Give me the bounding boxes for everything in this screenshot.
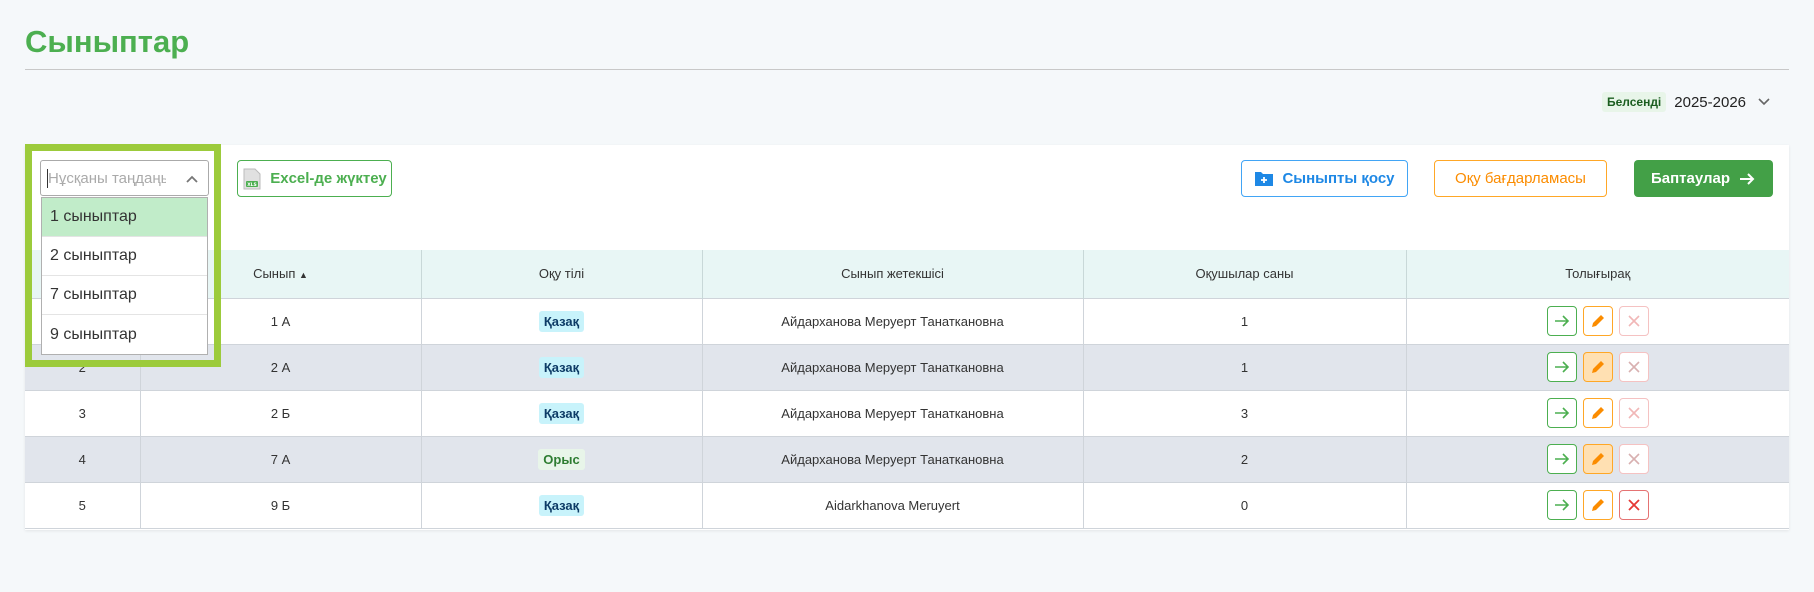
close-icon [1628, 453, 1640, 465]
add-class-button[interactable]: Сыныпты қосу [1241, 160, 1408, 197]
pencil-icon [1591, 315, 1604, 327]
class-teacher: Айдарханова Меруерт Танаткановна [702, 343, 1084, 390]
student-count: 1 [1083, 343, 1407, 390]
excel-download-label: Excel-де жүктеу [270, 170, 387, 187]
grade-option[interactable]: 9 сыныптар [42, 315, 207, 354]
settings-label: Баптаулар [1650, 170, 1731, 187]
table-row: 5 9 Б Қазақ Aidarkhanova Meruyert 0 [25, 481, 1789, 529]
class-teacher: Айдарханова Меруерт Танаткановна [702, 389, 1084, 436]
table-row: 2 2 А Қазақ Айдарханова Меруерт Танаткан… [25, 343, 1789, 390]
close-icon [1628, 499, 1640, 511]
open-button[interactable] [1546, 398, 1577, 428]
pencil-icon [1591, 499, 1604, 511]
language-badge: Қазақ [538, 494, 585, 516]
add-class-label: Сыныпты қосу [1282, 170, 1395, 187]
title-divider [25, 69, 1789, 70]
grade-option[interactable]: 7 сыныптар [42, 276, 207, 315]
col-teacher-header: Сынып жетекшісі [702, 250, 1084, 298]
curriculum-button[interactable]: Оқу бағдарламасы [1434, 160, 1607, 197]
pencil-icon [1591, 453, 1604, 465]
close-icon [1628, 315, 1640, 327]
curriculum-label: Оқу бағдарламасы [1455, 170, 1586, 187]
open-button[interactable] [1546, 490, 1577, 520]
arrow-right-icon [1554, 315, 1569, 327]
chevron-down-icon[interactable] [1754, 92, 1774, 112]
arrow-right-icon [1554, 407, 1569, 419]
row-number: 3 [25, 389, 141, 436]
class-name: 2 Б [140, 389, 422, 436]
arrow-right-icon [1554, 499, 1569, 511]
language-badge: Қазақ [538, 402, 585, 424]
grade-filter-placeholder: Нұсқаны таңдаңыз [48, 169, 166, 187]
student-count: 3 [1083, 389, 1407, 436]
delete-button[interactable] [1618, 490, 1649, 520]
language-badge: Қазақ [538, 310, 585, 332]
grade-option[interactable]: 1 сыныптар [42, 198, 207, 237]
language-badge: Қазақ [538, 356, 585, 378]
col-details-header: Толығырақ [1406, 250, 1789, 298]
class-name: 9 Б [140, 481, 422, 529]
close-icon [1628, 361, 1640, 373]
close-icon [1628, 407, 1640, 419]
class-teacher: Aidarkhanova Meruyert [702, 481, 1084, 529]
year-selector[interactable]: Белсенді 2025-2026 [1601, 92, 1774, 112]
grade-option[interactable]: 2 сыныптар [42, 237, 207, 276]
sort-asc-icon: ▲ [299, 270, 308, 281]
edit-button[interactable] [1582, 490, 1613, 520]
class-teacher: Айдарханова Меруерт Танаткановна [702, 297, 1084, 344]
table-row: 4 7 А Орыс Айдарханова Меруерт Танаткано… [25, 435, 1789, 482]
pencil-icon [1591, 361, 1604, 373]
folder-plus-icon [1255, 172, 1274, 186]
svg-text:XLS: XLS [247, 182, 257, 188]
arrow-right-icon [1554, 361, 1569, 373]
status-badge: Белсенді [1601, 92, 1667, 112]
arrow-right-icon [1554, 453, 1569, 465]
open-button[interactable] [1546, 306, 1577, 336]
student-count: 0 [1083, 481, 1407, 529]
delete-button[interactable] [1618, 352, 1649, 382]
col-language-header: Оқу тілі [421, 250, 703, 298]
chevron-up-icon[interactable] [182, 169, 202, 189]
text-caret [47, 169, 48, 188]
excel-download-button[interactable]: XLS Excel-де жүктеу [237, 160, 392, 197]
table-header-row: Сынып ▲ Оқу тілі Сынып жетекшісі Оқушыла… [25, 250, 1789, 298]
pencil-icon [1591, 407, 1604, 419]
table-row: 1 1 А Қазақ Айдарханова Меруерт Танаткан… [25, 297, 1789, 344]
classes-card: XLS Excel-де жүктеу Сыныпты қосу Оқу бағ… [25, 145, 1789, 530]
excel-file-icon: XLS [243, 168, 261, 189]
edit-button[interactable] [1582, 306, 1613, 336]
delete-button[interactable] [1618, 306, 1649, 336]
page-title: Сыныптар [25, 24, 190, 59]
grade-filter-input[interactable]: Нұсқаны таңдаңыз [40, 160, 209, 196]
grade-filter-options: 1 сыныптар 2 сыныптар 7 сыныптар 9 сынып… [41, 197, 208, 355]
class-name: 7 А [140, 435, 422, 482]
delete-button[interactable] [1618, 398, 1649, 428]
language-badge: Орыс [538, 448, 585, 470]
edit-button[interactable] [1582, 352, 1613, 382]
col-students-header: Оқушылар саны [1083, 250, 1407, 298]
open-button[interactable] [1546, 444, 1577, 474]
student-count: 2 [1083, 435, 1407, 482]
class-teacher: Айдарханова Меруерт Танаткановна [702, 435, 1084, 482]
edit-button[interactable] [1582, 444, 1613, 474]
open-button[interactable] [1546, 352, 1577, 382]
arrow-right-icon [1740, 172, 1755, 185]
classes-table: Сынып ▲ Оқу тілі Сынып жетекшісі Оқушыла… [25, 250, 1789, 529]
edit-button[interactable] [1582, 398, 1613, 428]
student-count: 1 [1083, 297, 1407, 344]
row-number: 5 [25, 481, 141, 529]
row-number: 4 [25, 435, 141, 482]
year-value: 2025-2026 [1674, 93, 1746, 111]
delete-button[interactable] [1618, 444, 1649, 474]
settings-button[interactable]: Баптаулар [1634, 160, 1773, 197]
table-row: 3 2 Б Қазақ Айдарханова Меруерт Танаткан… [25, 389, 1789, 436]
